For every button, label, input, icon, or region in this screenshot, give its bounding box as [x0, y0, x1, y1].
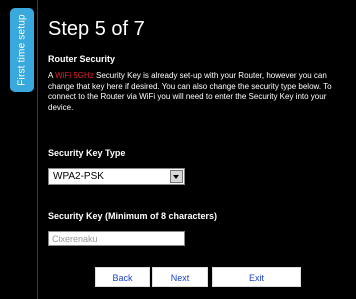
- page-title: Step 5 of 7: [48, 18, 145, 40]
- security-type-value: WPA2-PSK: [53, 171, 104, 182]
- security-key-label: Security Key (Minimum of 8 characters): [48, 211, 218, 221]
- first-time-setup-tab[interactable]: First time setup: [10, 8, 34, 92]
- chevron-down-icon[interactable]: [170, 170, 183, 183]
- back-button[interactable]: Back: [95, 267, 150, 287]
- security-key-input[interactable]: [48, 231, 185, 246]
- section-description: A WiFi 5GHz Security Key is already set-…: [48, 71, 348, 113]
- section-title: Router Security: [48, 54, 116, 64]
- wifi-band-highlight: WiFi 5GHz: [55, 71, 94, 80]
- side-tab-label: First time setup: [16, 14, 28, 86]
- next-button[interactable]: Next: [152, 267, 208, 287]
- exit-button[interactable]: Exit: [212, 267, 301, 287]
- setup-panel: Step 5 of 7 Router Security A WiFi 5GHz …: [37, 0, 352, 299]
- security-type-select[interactable]: WPA2-PSK: [48, 168, 185, 185]
- security-type-label: Security Key Type: [48, 148, 126, 158]
- setup-window: First time setup Step 5 of 7 Router Secu…: [0, 0, 356, 299]
